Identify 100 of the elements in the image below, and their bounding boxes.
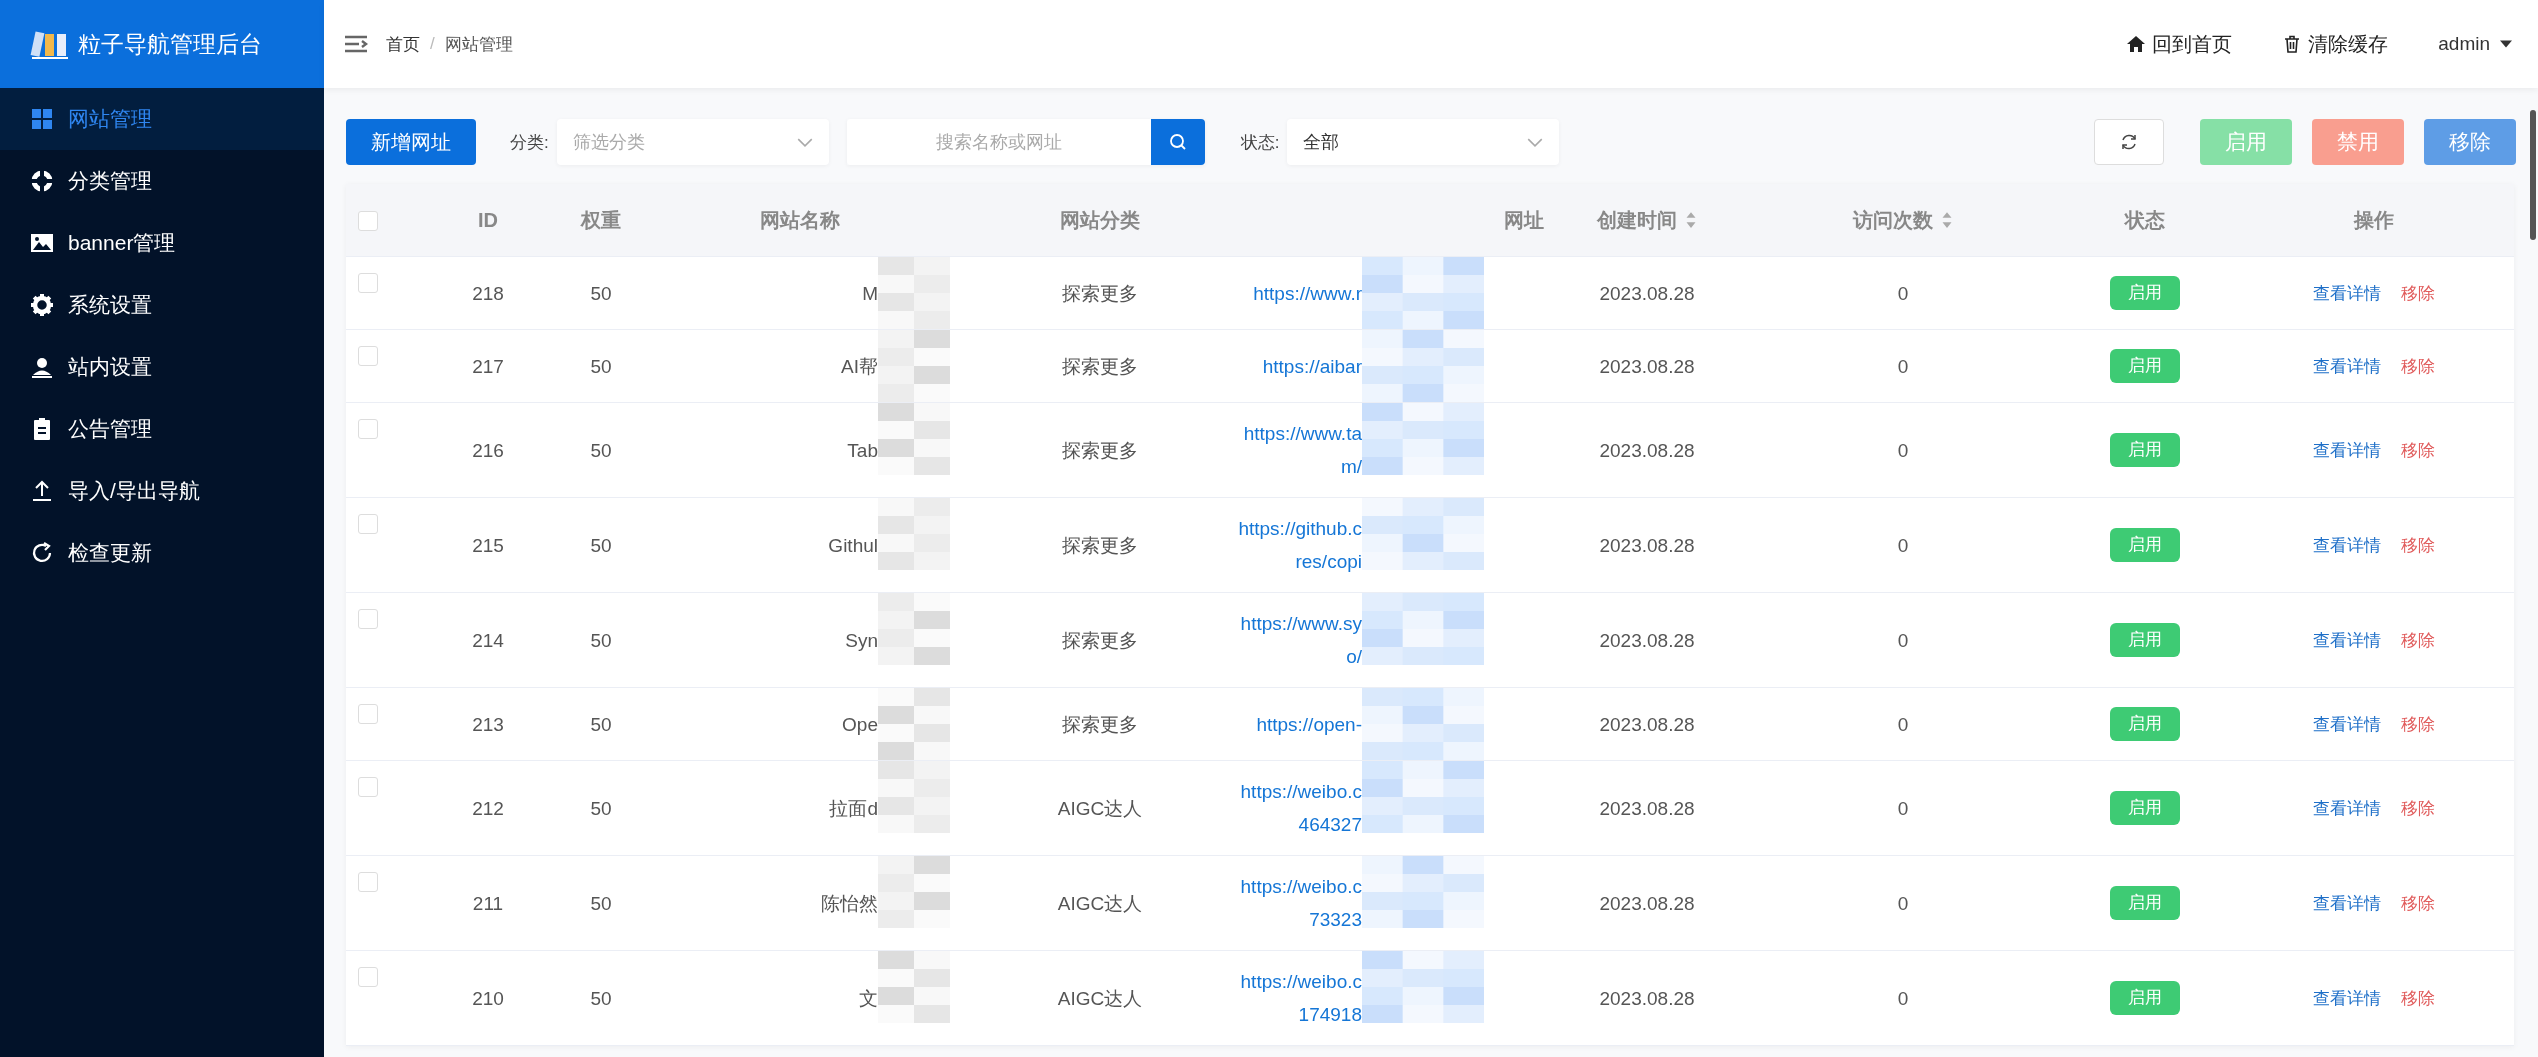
site-url-link[interactable]: https://open- (1256, 707, 1362, 741)
column-header: 网站分类 (1060, 207, 1140, 233)
view-details-link[interactable]: 查看详情 (2313, 528, 2381, 562)
weight-cell-text: 50 (590, 533, 612, 558)
date-cell-text: 2023.08.28 (1599, 986, 1695, 1011)
remove-button[interactable]: 移除 (2424, 119, 2516, 165)
site-name: Tab (847, 438, 878, 463)
scrollbar-thumb[interactable] (2530, 110, 2536, 240)
upload-icon (30, 479, 54, 503)
sidebar-item[interactable]: 导入/导出导航 (0, 460, 324, 522)
view-details-link[interactable]: 查看详情 (2313, 981, 2381, 1015)
search-button[interactable] (1150, 119, 1205, 165)
menu-icon[interactable] (344, 34, 368, 54)
weight-cell-text: 50 (590, 438, 612, 463)
site-name: Ope (842, 712, 878, 737)
remove-link[interactable]: 移除 (2401, 791, 2435, 825)
user-name: admin (2438, 33, 2490, 55)
sidebar-item[interactable]: 系统设置 (0, 274, 324, 336)
site-url-link[interactable]: https://weibo.c 73323 (1240, 870, 1362, 936)
column-header[interactable]: 创建时间 (1597, 203, 1677, 237)
site-name: AI帮 (841, 354, 878, 379)
chevron-down-icon (796, 137, 813, 147)
site-url-link[interactable]: https://www.r (1253, 276, 1362, 310)
grid-icon (30, 107, 54, 131)
date-cell-text: 2023.08.28 (1599, 438, 1695, 463)
date-cell-text: 2023.08.28 (1599, 796, 1695, 821)
remove-link[interactable]: 移除 (2401, 276, 2435, 310)
remove-link[interactable]: 移除 (2401, 707, 2435, 741)
row-checkbox[interactable] (358, 609, 378, 629)
view-details-link[interactable]: 查看详情 (2313, 349, 2381, 383)
view-details-link[interactable]: 查看详情 (2313, 886, 2381, 920)
weight-cell-text: 50 (590, 354, 612, 379)
app-title: 粒子导航管理后台 (78, 29, 262, 59)
sidebar-item[interactable]: 检查更新 (0, 522, 324, 584)
breadcrumb-item[interactable]: 首页 (386, 32, 420, 56)
sidebar-item[interactable]: 分类管理 (0, 150, 324, 212)
date-cell-text: 2023.08.28 (1599, 628, 1695, 653)
view-details-link[interactable]: 查看详情 (2313, 707, 2381, 741)
row-checkbox[interactable] (358, 872, 378, 892)
date-cell-text: 2023.08.28 (1599, 533, 1695, 558)
view-details-link[interactable]: 查看详情 (2313, 623, 2381, 657)
status-tag: 启用 (2110, 349, 2180, 383)
refresh-button[interactable] (2094, 119, 2164, 165)
sidebar-item[interactable]: 站内设置 (0, 336, 324, 398)
column-header: 状态 (2125, 207, 2165, 233)
column-header[interactable]: 访问次数 (1853, 203, 1933, 237)
remove-link[interactable]: 移除 (2401, 433, 2435, 467)
view-details-link[interactable]: 查看详情 (2313, 791, 2381, 825)
view-details-link[interactable]: 查看详情 (2313, 276, 2381, 310)
row-checkbox[interactable] (358, 346, 378, 366)
site-url-link[interactable]: https://aibar (1262, 349, 1362, 383)
user-menu[interactable]: admin (2438, 33, 2512, 55)
row-checkbox[interactable] (358, 777, 378, 797)
sort-icon[interactable] (1941, 211, 1953, 229)
site-name: M (862, 281, 878, 306)
site-url-link[interactable]: https://www.ta m/ (1243, 417, 1362, 483)
row-checkbox[interactable] (358, 704, 378, 724)
status-select[interactable]: 全部 (1287, 119, 1560, 165)
category-cell-text: AIGC达人 (1057, 891, 1143, 916)
remove-link[interactable]: 移除 (2401, 623, 2435, 657)
visits-cell-text: 0 (1897, 628, 1909, 653)
row-checkbox[interactable] (358, 419, 378, 439)
weight-cell-text: 50 (590, 891, 612, 916)
search-field[interactable]: 搜索名称或网址 (846, 119, 1151, 165)
visits-cell-text: 0 (1897, 796, 1909, 821)
category-cell-text: AIGC达人 (1057, 986, 1143, 1011)
view-details-link[interactable]: 查看详情 (2313, 433, 2381, 467)
status-tag: 启用 (2110, 623, 2180, 657)
site-url-link[interactable]: https://github.c res/copi (1238, 512, 1362, 578)
sort-icon[interactable] (1685, 211, 1697, 229)
site-url-link[interactable]: https://weibo.c 174918 (1240, 965, 1362, 1031)
header-link[interactable]: 回到首页 (2126, 30, 2233, 58)
column-header: ID (478, 207, 498, 233)
remove-link[interactable]: 移除 (2401, 349, 2435, 383)
category-label: 分类: (510, 131, 549, 154)
site-url-link[interactable]: https://weibo.c 464327 (1240, 775, 1362, 841)
weight-cell-text: 50 (590, 796, 612, 821)
sidebar-item[interactable]: 公告管理 (0, 398, 324, 460)
weight-cell-text: 50 (590, 986, 612, 1011)
header-link[interactable]: 清除缓存 (2282, 30, 2389, 58)
row-checkbox[interactable] (358, 514, 378, 534)
remove-link[interactable]: 移除 (2401, 886, 2435, 920)
settings-icon (30, 293, 54, 317)
site-name: 文 (859, 986, 878, 1011)
compass-icon (30, 169, 54, 193)
visits-cell-text: 0 (1897, 533, 1909, 558)
sidebar-item[interactable]: banner管理 (0, 212, 324, 274)
add-site-button[interactable]: 新增网址 (346, 119, 476, 165)
row-checkbox[interactable] (358, 967, 378, 987)
site-name: Githul (828, 533, 878, 558)
sidebar-item[interactable]: 网站管理 (0, 88, 324, 150)
select-all-checkbox[interactable] (358, 211, 378, 231)
category-cell-text: 探索更多 (1062, 712, 1138, 737)
remove-link[interactable]: 移除 (2401, 981, 2435, 1015)
visits-cell-text: 0 (1897, 891, 1909, 916)
site-url-link[interactable]: https://www.sy o/ (1240, 607, 1362, 673)
remove-link[interactable]: 移除 (2401, 528, 2435, 562)
row-checkbox[interactable] (358, 273, 378, 293)
pixelated-patch (878, 403, 950, 475)
category-select[interactable]: 筛选分类 (556, 119, 829, 165)
